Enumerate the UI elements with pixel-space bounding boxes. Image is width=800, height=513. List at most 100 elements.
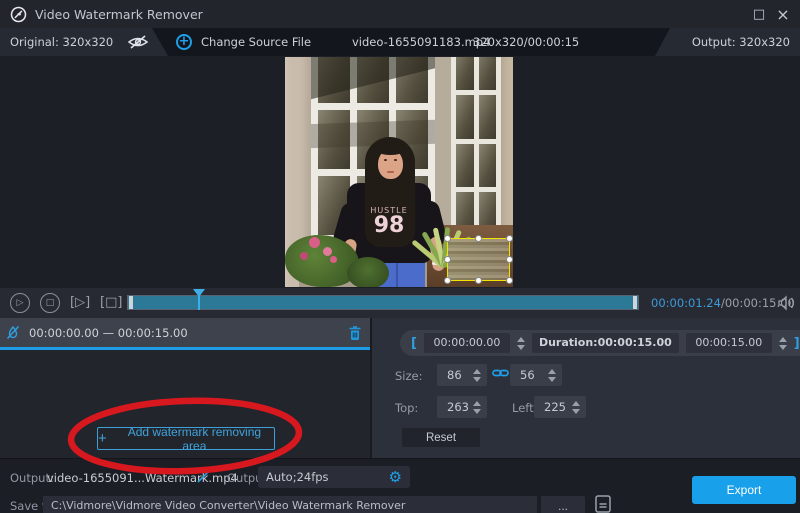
workspace: 00:00:00.00 — 00:00:15.00 + Add watermar… bbox=[0, 318, 800, 458]
building-window-right bbox=[451, 57, 501, 241]
format-value: Auto;24fps bbox=[266, 470, 389, 484]
export-button[interactable]: Export bbox=[692, 476, 796, 504]
step-forward-button[interactable]: [▷] bbox=[70, 293, 90, 313]
trim-handle-left[interactable] bbox=[129, 296, 133, 309]
transport-bar: ▷ □ [▷] [□] 00:00:01.24/00:00:15.00 bbox=[0, 288, 800, 318]
top-spinner[interactable] bbox=[473, 401, 481, 414]
window-title: Video Watermark Remover bbox=[35, 7, 203, 22]
browse-more-button[interactable]: ... bbox=[541, 496, 585, 513]
stop-button[interactable]: □ bbox=[40, 293, 60, 313]
selection-handle-w[interactable] bbox=[444, 256, 451, 263]
top-field[interactable]: 263 bbox=[437, 396, 487, 418]
original-size-label: Original: 320x320 bbox=[10, 35, 113, 49]
bracket-open: [ bbox=[411, 336, 417, 351]
folder-icon bbox=[593, 494, 613, 513]
plus-icon: + bbox=[98, 431, 107, 446]
pink-flower bbox=[300, 252, 308, 260]
open-folder-button[interactable] bbox=[590, 494, 616, 513]
play-button[interactable]: ▷ bbox=[10, 293, 30, 313]
end-time-field[interactable]: 00:00:15.00 bbox=[686, 333, 772, 353]
tab-original[interactable]: Original: 320x320 bbox=[0, 28, 200, 56]
timeline-track[interactable] bbox=[127, 295, 639, 310]
tab-output[interactable]: Output: 320x320 bbox=[648, 28, 800, 56]
close-button[interactable]: × bbox=[770, 0, 796, 28]
area-settings-panel: [ 00:00:00.00 Duration:00:00:15.00 00:00… bbox=[370, 318, 800, 458]
selection-handle-se[interactable] bbox=[506, 277, 513, 284]
save-path-field[interactable]: C:\Vidmore\Vidmore Video Converter\Video… bbox=[43, 496, 537, 513]
title-bar: Video Watermark Remover □ × bbox=[0, 0, 800, 28]
watermark-selection-box[interactable] bbox=[447, 238, 510, 281]
window-pane bbox=[479, 95, 497, 139]
reset-button[interactable]: Reset bbox=[402, 428, 480, 447]
app-logo-icon bbox=[10, 6, 27, 23]
format-field[interactable]: Auto;24fps ⚙ bbox=[258, 466, 410, 488]
time-range-control: [ 00:00:00.00 Duration:00:00:15.00 00:00… bbox=[400, 330, 800, 356]
shirt-number: 98 bbox=[347, 213, 431, 238]
output-size-label: Output: 320x320 bbox=[692, 35, 790, 49]
current-time: 00:00:01.24 bbox=[651, 296, 721, 310]
selection-handle-ne[interactable] bbox=[506, 235, 513, 242]
width-field[interactable]: 86 bbox=[437, 364, 487, 386]
pink-flower bbox=[323, 247, 332, 256]
source-filename: video-1655091183.mp4 bbox=[352, 35, 490, 49]
app-window: Video Watermark Remover □ × Original: 32… bbox=[0, 0, 800, 513]
size-label: Size: bbox=[395, 369, 422, 383]
add-area-label: Add watermark removing area bbox=[115, 425, 274, 453]
selection-handle-nw[interactable] bbox=[444, 235, 451, 242]
end-time-spinner[interactable] bbox=[779, 337, 787, 350]
video-preview[interactable]: HUSTLE 98 bbox=[285, 57, 513, 287]
link-icon[interactable] bbox=[492, 367, 509, 379]
start-time-field[interactable]: 00:00:00.00 bbox=[424, 333, 510, 353]
duration-label: Duration:00:00:15.00 bbox=[532, 333, 679, 353]
maximize-button[interactable]: □ bbox=[746, 0, 772, 28]
change-source-label: Change Source File bbox=[201, 35, 311, 49]
info-bar: Original: 320x320 + Change Source File v… bbox=[0, 28, 800, 56]
window-pane bbox=[456, 95, 474, 139]
width-value: 86 bbox=[447, 368, 473, 382]
trim-handle-right[interactable] bbox=[633, 296, 637, 309]
trash-icon[interactable] bbox=[348, 325, 362, 341]
selection-handle-s[interactable] bbox=[475, 277, 482, 284]
segment-range: 00:00:00.00 — 00:00:15.00 bbox=[29, 326, 188, 340]
window-pane bbox=[456, 144, 474, 188]
bottom-bar: Output: video-1655091...Watermark.mp4 Ou… bbox=[0, 458, 800, 513]
segment-panel: 00:00:00.00 — 00:00:15.00 + Add watermar… bbox=[0, 318, 370, 458]
plant-bush bbox=[347, 257, 389, 287]
person-eye bbox=[394, 159, 397, 161]
left-field[interactable]: 225 bbox=[534, 396, 586, 418]
height-value: 56 bbox=[520, 368, 548, 382]
left-spinner[interactable] bbox=[572, 401, 580, 414]
edit-pen-icon[interactable] bbox=[196, 469, 212, 484]
add-watermark-area-button[interactable]: + Add watermark removing area bbox=[97, 427, 275, 450]
top-value: 263 bbox=[447, 400, 473, 414]
window-pane bbox=[479, 144, 497, 188]
gear-icon[interactable]: ⚙ bbox=[389, 470, 402, 485]
time-display: 00:00:01.24/00:00:15.00 bbox=[651, 296, 795, 310]
window-pane bbox=[456, 57, 474, 90]
step-stop-button[interactable]: [□] bbox=[100, 293, 122, 313]
selection-handle-n[interactable] bbox=[475, 235, 482, 242]
segment-active-underline bbox=[0, 347, 370, 350]
width-spinner[interactable] bbox=[473, 369, 481, 382]
start-time-spinner[interactable] bbox=[517, 337, 525, 350]
playhead-line bbox=[198, 295, 200, 310]
height-field[interactable]: 56 bbox=[510, 364, 562, 386]
volume-icon[interactable] bbox=[777, 295, 795, 311]
left-value: 225 bbox=[544, 400, 572, 414]
window-pane bbox=[479, 57, 497, 90]
preview-stage: HUSTLE 98 bbox=[0, 56, 800, 288]
height-spinner[interactable] bbox=[548, 369, 556, 382]
pink-flower bbox=[330, 256, 337, 263]
source-meta: 320x320/00:00:15 bbox=[473, 35, 579, 49]
segment-row[interactable]: 00:00:00.00 — 00:00:15.00 bbox=[0, 318, 370, 347]
selection-handle-sw[interactable] bbox=[444, 277, 451, 284]
person-eye bbox=[384, 159, 387, 161]
hair-fringe bbox=[376, 145, 405, 155]
selection-handle-e[interactable] bbox=[506, 256, 513, 263]
plus-icon: + bbox=[176, 34, 192, 50]
change-source-button[interactable]: + Change Source File bbox=[176, 28, 311, 56]
person-lips bbox=[387, 171, 394, 173]
watermark-brush-icon bbox=[5, 324, 21, 341]
bracket-close: ] bbox=[794, 336, 800, 351]
eye-off-icon[interactable] bbox=[127, 34, 149, 50]
